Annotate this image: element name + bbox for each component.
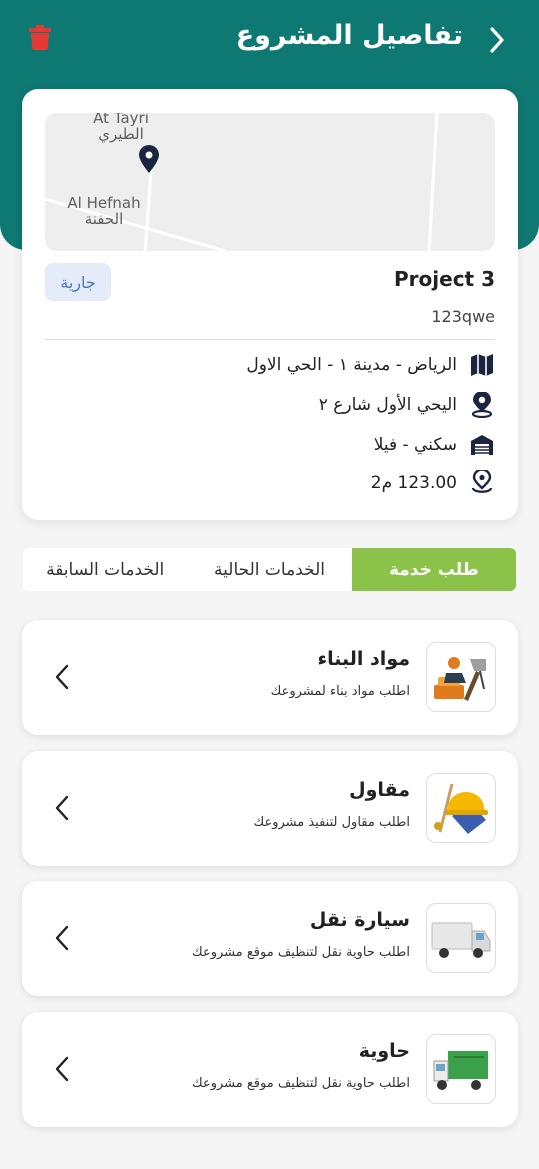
service-title: مواد البناء [317, 648, 410, 670]
detail-row-address: الرياض - مدينة ١ - الحي الاول [246, 351, 495, 379]
tab-request-service[interactable]: طلب خدمة [351, 548, 516, 591]
location-pin-icon [469, 392, 495, 418]
service-subtitle: اطلب مقاول لتنفيذ مشروعك [253, 815, 410, 830]
back-button[interactable] [479, 22, 515, 58]
service-title: حاوية [358, 1040, 410, 1062]
project-code: 123qwe [431, 307, 495, 326]
detail-text: 123.00 م2 [370, 473, 457, 493]
service-card-materials[interactable]: مواد البناء اطلب مواد بناء لمشروعك [22, 620, 518, 735]
chevron-left-icon [48, 921, 76, 955]
trash-icon [29, 25, 51, 50]
contractor-helmet-icon [426, 773, 496, 843]
service-card-container[interactable]: حاوية اطلب حاوية نقل لتنظيف موقع مشروعك [22, 1012, 518, 1127]
map-place-label: At Tayri الطيري [93, 113, 149, 143]
detail-row-type: سكني - فيلا [374, 431, 495, 459]
detail-text: سكني - فيلا [373, 435, 457, 455]
warehouse-icon [469, 432, 495, 458]
chevron-left-icon [48, 791, 76, 825]
divider [45, 339, 495, 340]
tab-current-services[interactable]: الخدمات الحالية [187, 548, 351, 591]
delete-project-button[interactable] [24, 22, 56, 54]
project-name: Project 3 [394, 267, 495, 291]
chevron-left-icon [48, 660, 76, 694]
page-title: تفاصيل المشروع [235, 20, 463, 51]
detail-text: الرياض - مدينة ١ - الحي الاول [246, 355, 457, 375]
map-icon [469, 352, 495, 378]
services-tabs: طلب خدمة الخدمات الحالية الخدمات السابقة [23, 548, 516, 591]
detail-row-area: 123.00 م2 [371, 469, 495, 497]
service-subtitle: اطلب حاوية نقل لتنظيف موقع مشروعك [192, 945, 410, 960]
project-card: At Tayri الطيري Al Hefnah الحفنة جارية P… [22, 89, 518, 520]
service-title: مقاول [349, 779, 410, 801]
service-subtitle: اطلب حاوية نقل لتنظيف موقع مشروعك [192, 1076, 410, 1091]
service-title: سيارة نقل [309, 909, 410, 931]
transport-truck-icon [426, 903, 496, 973]
status-badge: جارية [45, 263, 111, 301]
service-card-contractor[interactable]: مقاول اطلب مقاول لتنفيذ مشروعك [22, 751, 518, 866]
area-pin-icon [469, 470, 495, 496]
chevron-right-icon [490, 27, 504, 53]
project-map[interactable]: At Tayri الطيري Al Hefnah الحفنة [45, 113, 495, 251]
garbage-truck-icon [426, 1034, 496, 1104]
construction-materials-icon [426, 642, 496, 712]
detail-row-street: اليحي الأول شارع ٢ [319, 391, 495, 419]
map-place-label: Al Hefnah الحفنة [67, 194, 141, 228]
service-card-transport[interactable]: سيارة نقل اطلب حاوية نقل لتنظيف موقع مشر… [22, 881, 518, 996]
chevron-left-icon [48, 1052, 76, 1086]
detail-text: اليحي الأول شارع ٢ [318, 395, 457, 415]
map-pin-icon [139, 145, 159, 173]
tab-previous-services[interactable]: الخدمات السابقة [23, 548, 187, 591]
service-subtitle: اطلب مواد بناء لمشروعك [270, 684, 410, 699]
